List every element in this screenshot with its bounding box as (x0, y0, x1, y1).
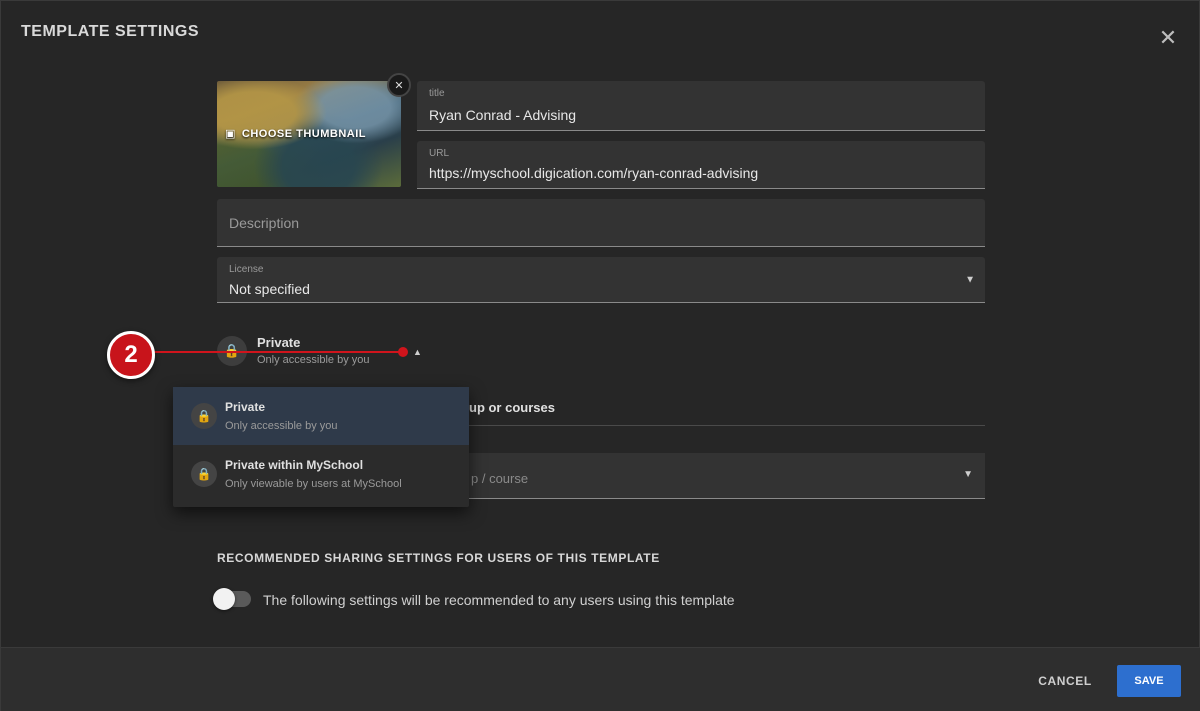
visibility-menu: 🔒 Private Only accessible by you 🔒 Priva… (173, 387, 469, 507)
title-field-label: title (429, 88, 445, 99)
callout-badge: 2 (107, 331, 155, 379)
chevron-down-icon: ▼ (963, 469, 973, 480)
recommend-sharing-toggle[interactable] (213, 588, 251, 610)
title-field[interactable]: title Ryan Conrad - Advising (417, 81, 985, 131)
recommend-sharing-label: The following settings will be recommend… (263, 592, 735, 608)
lock-icon: 🔒 (191, 403, 217, 429)
chevron-down-icon: ▼ (965, 274, 975, 285)
menu-item-title: Private (225, 400, 266, 414)
description-field[interactable]: Description (217, 199, 985, 247)
menu-item-private-within-myschool[interactable]: 🔒 Private within MySchool Only viewable … (173, 445, 469, 503)
remove-thumbnail-icon[interactable]: ✕ (387, 73, 411, 97)
description-placeholder: Description (229, 215, 300, 231)
template-settings-dialog: TEMPLATE SETTINGS ✕ ▣ CHOOSE THUMBNAIL ✕… (0, 0, 1200, 711)
menu-item-private[interactable]: 🔒 Private Only accessible by you (173, 387, 469, 445)
chevron-down-icon[interactable]: ▲ (413, 347, 422, 357)
callout-dot (398, 347, 408, 357)
image-icon: ▣ (225, 128, 236, 140)
dialog-title: TEMPLATE SETTINGS (21, 23, 199, 40)
dialog-footer (1, 647, 1200, 711)
cancel-button[interactable]: CANCEL (1025, 665, 1105, 697)
visibility-title: Private (257, 335, 301, 350)
url-field-label: URL (429, 148, 450, 159)
license-value: Not specified (229, 281, 310, 297)
license-select[interactable]: License Not specified ▼ (217, 257, 985, 303)
toggle-knob (213, 588, 235, 610)
thumbnail-picker[interactable]: ▣ CHOOSE THUMBNAIL (217, 81, 401, 187)
url-field[interactable]: URL https://myschool.digication.com/ryan… (417, 141, 985, 189)
menu-item-subtitle: Only viewable by users at MySchool (225, 478, 402, 490)
title-field-value[interactable]: Ryan Conrad - Advising (429, 107, 576, 123)
callout-line (151, 351, 403, 353)
choose-thumbnail-button[interactable]: ▣ CHOOSE THUMBNAIL (225, 127, 367, 141)
save-button[interactable]: SAVE (1117, 665, 1181, 697)
close-icon[interactable]: ✕ (1153, 23, 1183, 53)
lock-icon: 🔒 (191, 461, 217, 487)
sharing-settings-heading: RECOMMENDED SHARING SETTINGS FOR USERS O… (217, 551, 660, 565)
divider (469, 425, 985, 426)
menu-item-title: Private within MySchool (225, 458, 364, 472)
menu-item-subtitle: Only accessible by you (225, 420, 338, 432)
visibility-subtitle: Only accessible by you (257, 354, 370, 366)
groups-courses-label: up or courses (469, 400, 555, 415)
groups-courses-placeholder: p / course (471, 471, 529, 486)
groups-courses-select[interactable]: p / course ▼ (461, 453, 985, 499)
license-label: License (229, 264, 264, 275)
url-field-value[interactable]: https://myschool.digication.com/ryan-con… (429, 165, 758, 181)
choose-thumbnail-label: CHOOSE THUMBNAIL (241, 127, 367, 140)
